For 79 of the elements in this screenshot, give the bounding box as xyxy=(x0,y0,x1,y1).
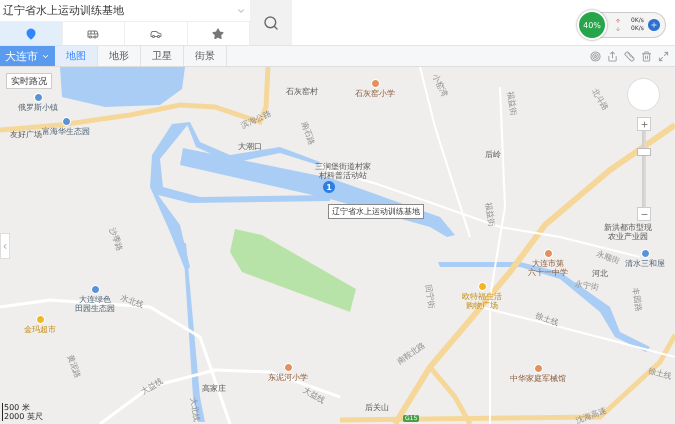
mode-tab[interactable] xyxy=(188,22,250,45)
road-label: 大益线 xyxy=(301,386,327,406)
road-label: 北斗路 xyxy=(590,86,610,112)
place-label: 三涧堡街道村家 村科普活动站 xyxy=(315,162,371,180)
poi-icon xyxy=(34,93,42,102)
place-label: 友好广场 xyxy=(10,130,42,139)
road-label: 大益线 xyxy=(139,376,165,396)
bus-icon xyxy=(87,28,100,40)
poi-icon xyxy=(370,79,380,88)
mode-tab[interactable] xyxy=(62,22,125,45)
poi-icon xyxy=(90,285,100,294)
road-label: 沈海高速 xyxy=(574,406,608,424)
road-label: 丰园路 xyxy=(630,286,644,312)
poi-icon xyxy=(284,363,292,372)
location-tooltip: 辽宁省水上运动训练基地 xyxy=(328,204,424,219)
place-label: 后岭 xyxy=(485,150,501,159)
road-label: 沙季路 xyxy=(108,226,124,252)
collapse-button[interactable] xyxy=(0,233,10,259)
chevron-left-icon xyxy=(1,242,9,250)
road-label: 南鞍北路 xyxy=(395,340,427,366)
usage-ball: 40% xyxy=(577,10,607,40)
place-label: 后关山 xyxy=(365,403,389,412)
place-label: 石灰窑小学 xyxy=(355,79,395,98)
place-label: 金玛超市 xyxy=(24,315,56,334)
poi-icon xyxy=(640,249,650,258)
place-label: 石灰窑村 xyxy=(286,87,318,96)
mode-tab[interactable] xyxy=(0,22,62,45)
scale-bar: 500 米 2000 英尺 xyxy=(2,403,43,421)
locate-icon[interactable] xyxy=(590,50,601,62)
road-label: 大北线 xyxy=(188,396,202,422)
place-label: 清水三和屋 xyxy=(625,249,665,268)
place-label: 俄罗斯小镇 xyxy=(18,93,58,112)
poi-icon xyxy=(36,315,44,324)
search-button[interactable] xyxy=(250,0,292,45)
search-icon xyxy=(263,14,279,30)
upload-icon xyxy=(615,18,621,24)
zoom-out-button[interactable] xyxy=(637,207,651,221)
ruler-icon[interactable] xyxy=(624,50,635,62)
place-label: 大连市第 六十一中学 xyxy=(528,249,568,277)
plus-icon xyxy=(650,21,658,29)
road-label: 永顺街 xyxy=(595,249,621,266)
place-label: 东泥河小学 xyxy=(268,363,308,382)
map-type-tab[interactable]: 街景 xyxy=(184,46,227,66)
place-label: 新洪都市型现 农业产业园 xyxy=(604,223,652,241)
zoom-in-button[interactable] xyxy=(637,117,651,131)
poi-icon xyxy=(62,117,70,126)
zoom-thumb[interactable] xyxy=(637,148,651,156)
road-label: 徐土线 xyxy=(647,366,673,381)
fullscreen-icon[interactable] xyxy=(658,50,669,62)
place-label: 中华家庭军械馆 xyxy=(510,364,566,383)
road-label: 南石路 xyxy=(300,120,316,146)
road-label: 黄泥路 xyxy=(66,354,82,380)
road-label: 水北线 xyxy=(119,293,145,310)
road-label: 回宁街 xyxy=(423,284,437,310)
map-type-tab[interactable]: 卫星 xyxy=(141,46,184,66)
poi-icon xyxy=(534,364,542,373)
road-label: 小窑湾 xyxy=(430,72,450,98)
place-label: 大连绿色 田园生态园 xyxy=(75,285,115,313)
poi-icon xyxy=(544,249,552,258)
poi-icon xyxy=(478,282,486,291)
road-label: 滨海公路 xyxy=(240,108,272,130)
download-icon xyxy=(615,26,621,32)
place-label: 大潮口 xyxy=(238,142,262,151)
traffic-button[interactable]: 实时路况 xyxy=(6,73,52,89)
road-label: 福益街 xyxy=(505,90,519,116)
share-icon[interactable] xyxy=(607,50,618,62)
trash-icon[interactable] xyxy=(641,50,652,62)
place-label: 河北 xyxy=(592,269,608,278)
map-type-tab[interactable]: 地形 xyxy=(98,46,141,66)
pin-icon xyxy=(24,28,37,40)
place-label: 高家庄 xyxy=(202,384,226,393)
add-button[interactable] xyxy=(648,19,660,31)
star-icon xyxy=(212,28,224,40)
pan-control[interactable] xyxy=(627,78,660,111)
place-label: 富海华生态园 xyxy=(42,117,90,136)
road-label: 福益街 xyxy=(483,202,497,228)
plus-icon xyxy=(640,120,648,128)
road-label: 徐土线 xyxy=(534,311,560,328)
road-label: 永宁街 xyxy=(574,278,600,292)
